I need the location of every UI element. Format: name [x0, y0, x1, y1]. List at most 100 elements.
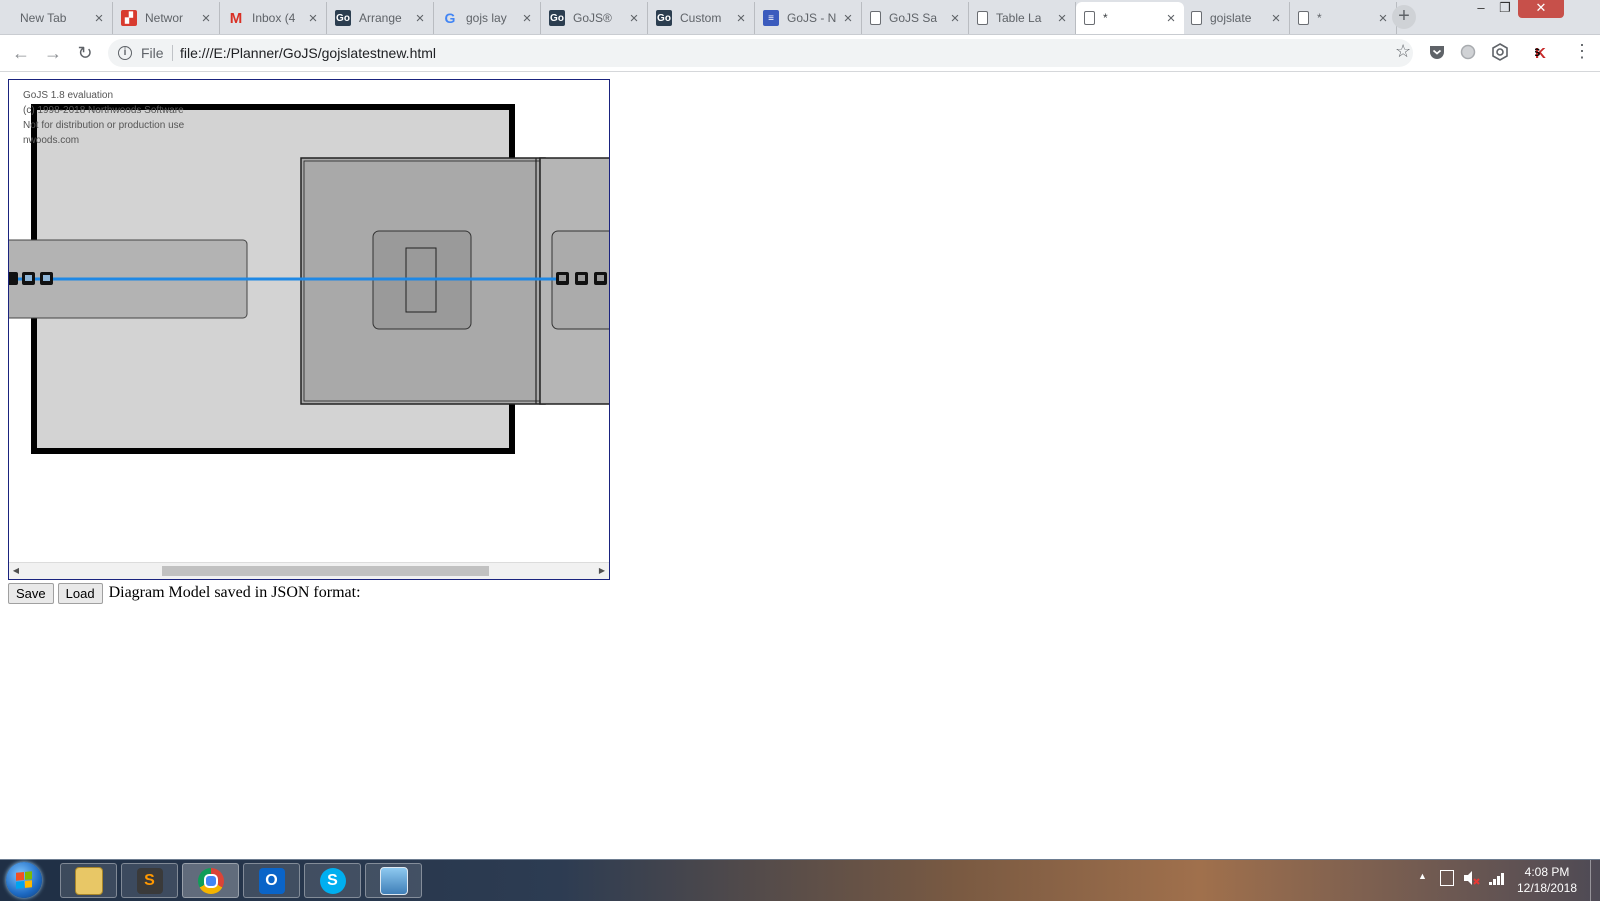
taskbar-photo-viewer[interactable]	[365, 863, 422, 898]
browser-tab[interactable]: Go GoJS® ×	[541, 2, 648, 34]
url-text[interactable]: file:///E:/Planner/GoJS/gojslatestnew.ht…	[180, 45, 436, 61]
tab-title: GoJS - N	[787, 11, 837, 25]
tab-close-icon[interactable]: ×	[413, 10, 427, 27]
sk-extension-icon[interactable]: KS	[1533, 43, 1553, 62]
bookmark-star-icon[interactable]: ☆	[1395, 41, 1411, 62]
tab-title: gojs lay	[466, 11, 507, 25]
tab-close-icon[interactable]: ×	[1164, 10, 1178, 27]
browser-tab[interactable]: Table La ×	[969, 2, 1076, 34]
taskbar-file-explorer[interactable]	[60, 863, 117, 898]
taskbar-chrome[interactable]	[182, 863, 239, 898]
tab-title: Arrange	[359, 11, 402, 25]
tab-close-icon[interactable]: ×	[306, 10, 320, 27]
browser-tab[interactable]: GoJS Sa ×	[862, 2, 969, 34]
network-signal-icon[interactable]	[1488, 870, 1506, 889]
tab-close-icon[interactable]: ×	[199, 10, 213, 27]
circle-extension-icon[interactable]	[1459, 43, 1477, 61]
browser-tab[interactable]: New Tab ×	[6, 2, 113, 34]
tab-close-icon[interactable]: ×	[1376, 10, 1390, 27]
save-button[interactable]: Save	[8, 582, 54, 604]
browser-tab[interactable]: Go Custom ×	[648, 2, 755, 34]
outlook-icon: O	[258, 867, 285, 894]
json-model-label: Diagram Model saved in JSON format:	[108, 584, 361, 601]
browser-tab[interactable]: * ×	[1290, 2, 1397, 34]
tab-close-icon[interactable]: ×	[520, 10, 534, 27]
gmail-icon: M	[229, 9, 243, 27]
tab-close-icon[interactable]: ×	[92, 10, 106, 27]
file-scheme-label: File	[141, 45, 164, 61]
tab-close-icon[interactable]: ×	[1269, 10, 1283, 27]
gojs-icon: Go	[656, 10, 672, 26]
tab-title: gojslate	[1210, 11, 1252, 25]
tab-title: New Tab	[20, 11, 67, 25]
reload-button[interactable]: ↻	[73, 41, 97, 65]
browser-tab[interactable]: ≡ GoJS - N ×	[755, 2, 862, 34]
system-tray: ▲	[1418, 868, 1518, 892]
taskbar-clock[interactable]: 4:08 PM 12/18/2018	[1510, 864, 1584, 896]
taskbar-sublime-text[interactable]: S	[121, 863, 178, 898]
skype-icon: S	[319, 867, 346, 894]
action-center-icon[interactable]	[1440, 870, 1454, 886]
photo-viewer-icon	[379, 866, 408, 895]
minimize-button[interactable]: –	[1470, 0, 1492, 18]
browser-tab[interactable]: M Inbox (4 ×	[220, 2, 327, 34]
address-bar[interactable]: i File file:///E:/Planner/GoJS/gojslates…	[108, 39, 1413, 67]
document-icon	[1298, 11, 1309, 25]
browser-tab[interactable]: gojslate ×	[1183, 2, 1290, 34]
horizontal-scrollbar[interactable]: ◀ ▶	[9, 562, 609, 579]
blue-site-icon: ≡	[763, 10, 779, 26]
new-tab-button[interactable]: +	[1392, 5, 1416, 29]
gojs-icon: Go	[549, 10, 565, 26]
pocket-extension-icon[interactable]	[1428, 43, 1446, 61]
show-hidden-icons-arrow[interactable]: ▲	[1418, 871, 1427, 881]
tab-close-icon[interactable]: ×	[1055, 10, 1069, 27]
center-port-top[interactable]	[405, 247, 437, 281]
diagram-canvas[interactable]	[9, 80, 609, 564]
tab-title: Custom	[680, 11, 722, 25]
tab-close-icon[interactable]: ×	[841, 10, 855, 27]
tab-close-icon[interactable]: ×	[734, 10, 748, 27]
chrome-icon	[197, 867, 224, 894]
browser-tab[interactable]: Ggojs lay ×	[434, 2, 541, 34]
taskbar-skype[interactable]: S	[304, 863, 361, 898]
show-desktop-button[interactable]	[1590, 860, 1600, 901]
tab-strip: New Tab × ▞ Networ × M Inbox (4 × Go Arrange × Ggoj…	[0, 0, 1600, 35]
document-icon	[870, 11, 881, 25]
tab-title: GoJS®	[573, 11, 612, 25]
folder-icon	[74, 866, 103, 895]
svg-text:S: S	[1535, 47, 1540, 59]
forward-button[interactable]: →	[41, 41, 65, 65]
tab-close-icon[interactable]: ×	[627, 10, 641, 27]
tab-title: GoJS Sa	[889, 11, 938, 25]
maximize-button[interactable]: ❐	[1494, 0, 1516, 18]
tab-title: Table La	[996, 11, 1042, 25]
load-button[interactable]: Load	[57, 582, 103, 604]
model-controls: Save Load Diagram Model saved in JSON fo…	[8, 582, 361, 604]
right-port-icons[interactable]	[556, 272, 607, 285]
windows-logo-icon	[16, 871, 32, 889]
browser-tab[interactable]: * ×	[1076, 2, 1184, 34]
scroll-left-arrow[interactable]: ◀	[9, 563, 23, 579]
tab-title: *	[1103, 11, 1108, 25]
browser-tab[interactable]: ▞ Networ ×	[113, 2, 220, 34]
info-icon[interactable]: i	[118, 46, 132, 60]
close-window-button[interactable]: ✕	[1518, 0, 1564, 18]
tab-close-icon[interactable]: ×	[948, 10, 962, 27]
scroll-right-arrow[interactable]: ▶	[595, 563, 609, 579]
gojs-diagram[interactable]: GoJS 1.8 evaluation (c) 1998-2018 Northw…	[8, 79, 610, 580]
back-button[interactable]: ←	[9, 41, 33, 65]
taskbar-outlook[interactable]: O	[243, 863, 300, 898]
center-port-bottom[interactable]	[405, 279, 437, 313]
tab-title: Networ	[145, 11, 184, 25]
google-icon: G	[444, 10, 456, 26]
tab-title: Inbox (4	[252, 11, 296, 25]
chrome-menu-icon[interactable]: ⋮	[1573, 41, 1591, 62]
start-button[interactable]	[6, 862, 42, 898]
left-port-icons[interactable]	[9, 272, 53, 285]
clock-time: 4:08 PM	[1524, 865, 1570, 879]
hexagon-extension-icon[interactable]	[1491, 43, 1509, 61]
scrollbar-thumb[interactable]	[162, 566, 489, 576]
document-icon	[977, 11, 988, 25]
volume-muted-icon[interactable]	[1462, 870, 1480, 889]
browser-tab[interactable]: Go Arrange ×	[327, 2, 434, 34]
